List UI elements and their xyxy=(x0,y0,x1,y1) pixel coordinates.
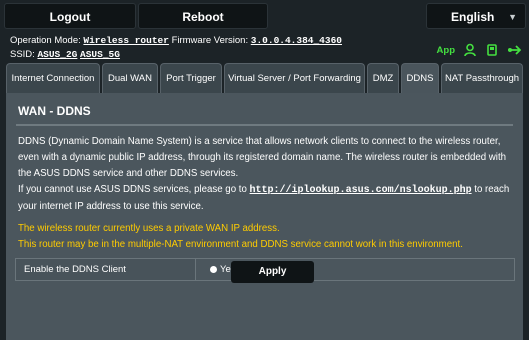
firmware-label: Firmware Version: xyxy=(171,35,249,46)
language-select[interactable]: English ▼ xyxy=(426,3,526,29)
tab-ddns[interactable]: DDNS xyxy=(401,63,439,93)
multi-nat-warning: This router may be in the multiple-NAT e… xyxy=(18,239,463,250)
tab-internet-connection[interactable]: Internet Connection xyxy=(6,63,100,93)
radio-yes-indicator[interactable] xyxy=(210,266,217,273)
caret-down-icon: ▼ xyxy=(508,12,517,22)
enable-ddns-label: Enable the DDNS Client xyxy=(16,259,196,280)
private-ip-warning: The wireless router currently uses a pri… xyxy=(18,223,280,234)
tab-port-trigger[interactable]: Port Trigger xyxy=(160,63,222,93)
ssid-5g-link[interactable]: ASUS_5G xyxy=(80,49,120,60)
ssid-2g-link[interactable]: ASUS_2G xyxy=(37,49,77,60)
iplookup-link[interactable]: http://iplookup.asus.com/nslookup.php xyxy=(250,185,472,196)
op-mode-link[interactable]: Wireless router xyxy=(83,35,169,46)
operation-mode-line: Operation Mode: Wireless router Firmware… xyxy=(10,35,342,46)
content-panel: WAN - DDNS DDNS (Dynamic Domain Name Sys… xyxy=(6,93,523,340)
ddns-description: DDNS (Dynamic Domain Name System) is a s… xyxy=(18,136,507,179)
ssid-label: SSID: xyxy=(10,49,35,60)
language-value: English xyxy=(451,10,495,24)
firmware-link[interactable]: 3.0.0.4.384_4360 xyxy=(251,35,342,46)
title-divider xyxy=(16,124,513,126)
iplookup-paragraph: If you cannot use ASUS DDNS services, pl… xyxy=(18,182,513,215)
network-icon[interactable] xyxy=(507,43,521,57)
apply-button[interactable]: Apply xyxy=(231,261,314,283)
op-mode-label: Operation Mode: xyxy=(10,35,81,46)
reboot-button[interactable]: Reboot xyxy=(138,3,268,29)
lookup-prefix: If you cannot use ASUS DDNS services, pl… xyxy=(18,184,250,195)
tab-dual-wan[interactable]: Dual WAN xyxy=(102,63,158,93)
tab-dmz[interactable]: DMZ xyxy=(367,63,399,93)
status-icons: App xyxy=(437,43,521,57)
top-bar: Logout Reboot English ▼ xyxy=(0,0,529,33)
ssid-line: SSID: ASUS_2G ASUS_5G xyxy=(10,49,120,60)
tab-nat-passthrough[interactable]: NAT Passthrough xyxy=(441,63,523,93)
tab-bar: Internet Connection Dual WAN Port Trigge… xyxy=(0,63,529,93)
page-title: WAN - DDNS xyxy=(18,104,91,118)
status-info: Operation Mode: Wireless router Firmware… xyxy=(0,33,529,63)
user-icon[interactable] xyxy=(463,43,477,57)
app-link[interactable]: App xyxy=(437,45,455,56)
logout-button[interactable]: Logout xyxy=(4,3,136,29)
usb-icon[interactable] xyxy=(485,43,499,57)
tab-virtual-server[interactable]: Virtual Server / Port Forwarding xyxy=(224,63,365,93)
